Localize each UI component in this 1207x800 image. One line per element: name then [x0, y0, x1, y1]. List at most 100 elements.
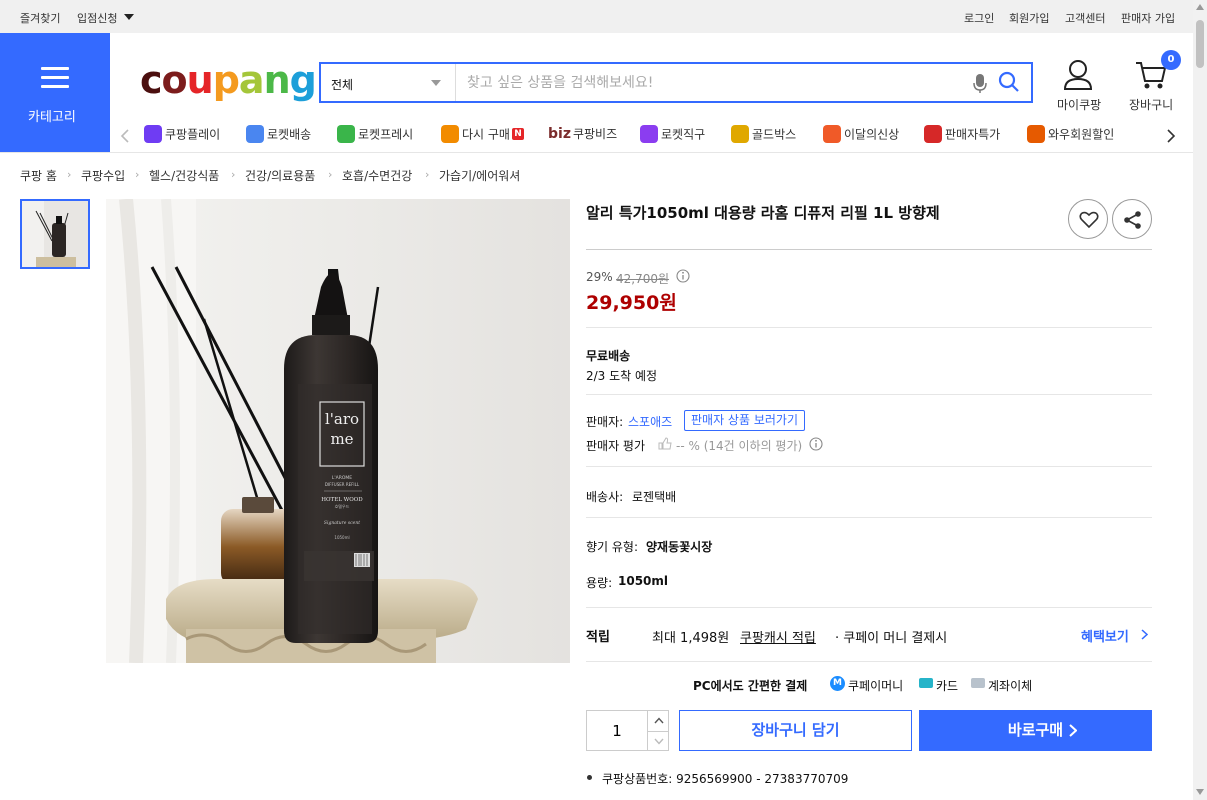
chevron-down-icon[interactable]	[124, 14, 134, 20]
coupay-money-icon: M	[830, 676, 845, 691]
reward-label: 적립	[586, 630, 610, 645]
divider	[586, 517, 1152, 518]
breadcrumb-item[interactable]: 쿠팡수입	[81, 167, 125, 184]
svg-text:1050ml: 1050ml	[334, 535, 349, 540]
chevron-right-icon[interactable]	[1141, 629, 1148, 640]
basket-icon	[441, 125, 459, 143]
nav-item-4[interactable]: biz 쿠팡비즈	[548, 125, 617, 147]
add-to-cart-button[interactable]: 장바구니 담기	[679, 710, 912, 751]
page-scrollbar[interactable]	[1193, 0, 1207, 800]
login-link[interactable]: 로그인	[964, 10, 994, 26]
chevron-left-icon[interactable]	[120, 129, 129, 143]
nav-item-6[interactable]: 골드박스	[731, 125, 796, 147]
wishlist-button[interactable]	[1068, 199, 1108, 239]
nav-item-8[interactable]: 판매자특가	[924, 125, 1000, 147]
scroll-up-arrow-icon[interactable]	[1196, 4, 1204, 10]
logo-letter: u	[186, 58, 214, 102]
info-icon[interactable]	[676, 269, 690, 283]
courier-label: 배송사:	[586, 490, 624, 504]
seller-label: 판매자:	[586, 415, 624, 429]
nav-item-7[interactable]: 이달의신상	[823, 125, 899, 147]
product-thumbnail[interactable]	[20, 199, 90, 269]
new-badge: N	[511, 128, 524, 140]
nav-item-3[interactable]: 다시 구매 N	[441, 125, 524, 147]
percent-icon	[924, 125, 942, 143]
chevron-down-icon	[654, 738, 664, 745]
seller-name-link[interactable]: 스포애즈	[628, 413, 672, 430]
category-label: 카테고리	[28, 110, 76, 125]
product-number: 쿠팡상품번호: 9256569900 - 27383770709	[602, 772, 849, 786]
volume-value: 1050ml	[618, 574, 669, 588]
nav-item-label: 와우회원할인	[1048, 127, 1115, 142]
divider	[586, 661, 1152, 662]
svg-text:Signature scent: Signature scent	[324, 520, 360, 526]
svg-text:L'AROME: L'AROME	[332, 475, 352, 481]
product-title: 알리 특가1050ml 대용량 라홈 디퓨저 리필 1L 방향제	[586, 204, 940, 222]
microphone-icon[interactable]	[973, 74, 987, 94]
customer-center-link[interactable]: 고객센터	[1065, 10, 1105, 26]
breadcrumb-item[interactable]: 건강/의료용품	[245, 167, 315, 184]
scent-value: 양재동꽃시장	[646, 540, 713, 554]
nav-item-5[interactable]: 로켓직구	[640, 125, 705, 147]
share-button[interactable]	[1112, 199, 1152, 239]
signup-link[interactable]: 회원가입	[1009, 10, 1049, 26]
hamburger-icon[interactable]	[41, 67, 69, 89]
cart-label[interactable]: 장바구니	[1129, 96, 1173, 113]
image-brand-text: l'aro	[325, 410, 359, 428]
svg-text:호텔우드: 호텔우드	[335, 503, 350, 509]
quantity-increase-button[interactable]	[647, 711, 669, 731]
coupang-logo[interactable]: coupang	[140, 55, 317, 105]
pay-title: PC에서도 간편한 결제	[693, 679, 808, 693]
divider	[586, 327, 1152, 328]
buy-now-label: 바로구매	[1007, 721, 1064, 739]
search-input[interactable]	[457, 64, 957, 101]
nav-item-9[interactable]: 와우회원할인	[1027, 125, 1114, 147]
chevron-right-icon[interactable]	[1167, 129, 1176, 143]
breadcrumb-item[interactable]: 헬스/건강식품	[149, 167, 219, 184]
pay-method-transfer: 계좌이체	[988, 679, 1033, 693]
top-utility-bar: 즐겨찾기 입점신청 로그인 회원가입 고객센터 판매자 가입	[0, 0, 1193, 33]
user-icon[interactable]	[1063, 59, 1093, 91]
seller-apply-link[interactable]: 입점신청	[77, 10, 117, 26]
logo-letter: n	[263, 58, 291, 102]
quantity-input[interactable]	[587, 711, 647, 750]
product-main-image[interactable]: l'aro me L'AROME DIFFUSER REFILL HOTEL W…	[106, 199, 570, 663]
chevron-up-icon	[654, 717, 664, 724]
nav-item-2[interactable]: 로켓프레시	[337, 125, 413, 147]
seller-signup-link[interactable]: 판매자 가입	[1121, 10, 1175, 26]
breadcrumb-item[interactable]: 호흡/수면건강	[342, 167, 412, 184]
scroll-down-arrow-icon[interactable]	[1196, 789, 1204, 795]
breadcrumb-item[interactable]: 쿠팡 홈	[20, 167, 57, 184]
nav-item-1[interactable]: 로켓배송	[246, 125, 311, 147]
breadcrumb-item[interactable]: 가습기/에어워셔	[439, 167, 520, 184]
category-button[interactable]	[0, 33, 110, 153]
scent-label: 향기 유형:	[586, 540, 639, 554]
chevron-right-icon: ›	[425, 168, 430, 181]
seller-products-button[interactable]: 판매자 상품 보러가기	[684, 410, 805, 431]
logo-letter: o	[161, 58, 188, 102]
thumbnail-image	[22, 201, 88, 267]
nav-item-label: 로켓직구	[661, 127, 706, 142]
mycoupang-label[interactable]: 마이쿠팡	[1057, 96, 1101, 113]
scrollbar-thumb[interactable]	[1196, 20, 1204, 68]
pay-method-card: 카드	[936, 679, 959, 693]
coupang-cash-link[interactable]: 쿠팡캐시 적립	[740, 627, 816, 646]
nav-item-label: 골드박스	[752, 127, 797, 142]
nav-item-0[interactable]: 쿠팡플레이	[144, 125, 220, 147]
svg-text:DIFFUSER REFILL: DIFFUSER REFILL	[325, 482, 360, 487]
favorites-link[interactable]: 즐겨찾기	[20, 10, 60, 26]
benefit-link[interactable]: 혜택보기	[1081, 626, 1129, 645]
search-icon[interactable]	[998, 71, 1020, 93]
courier-name: 로젠택배	[632, 490, 677, 504]
divider	[586, 394, 1152, 395]
goldbox-icon	[731, 125, 749, 143]
svg-text:me: me	[330, 430, 353, 448]
nav-item-label: 쿠팡플레이	[165, 127, 221, 142]
quantity-decrease-button[interactable]	[647, 731, 669, 751]
buy-now-button[interactable]: 바로구매	[919, 710, 1152, 751]
nav-item-label: 이달의신상	[844, 127, 900, 142]
seller-rating-label: 판매자 평가	[586, 439, 646, 453]
chevron-right-icon: ›	[67, 168, 72, 181]
search-scope-select[interactable]: 전체	[321, 64, 456, 101]
info-icon[interactable]	[809, 437, 823, 451]
